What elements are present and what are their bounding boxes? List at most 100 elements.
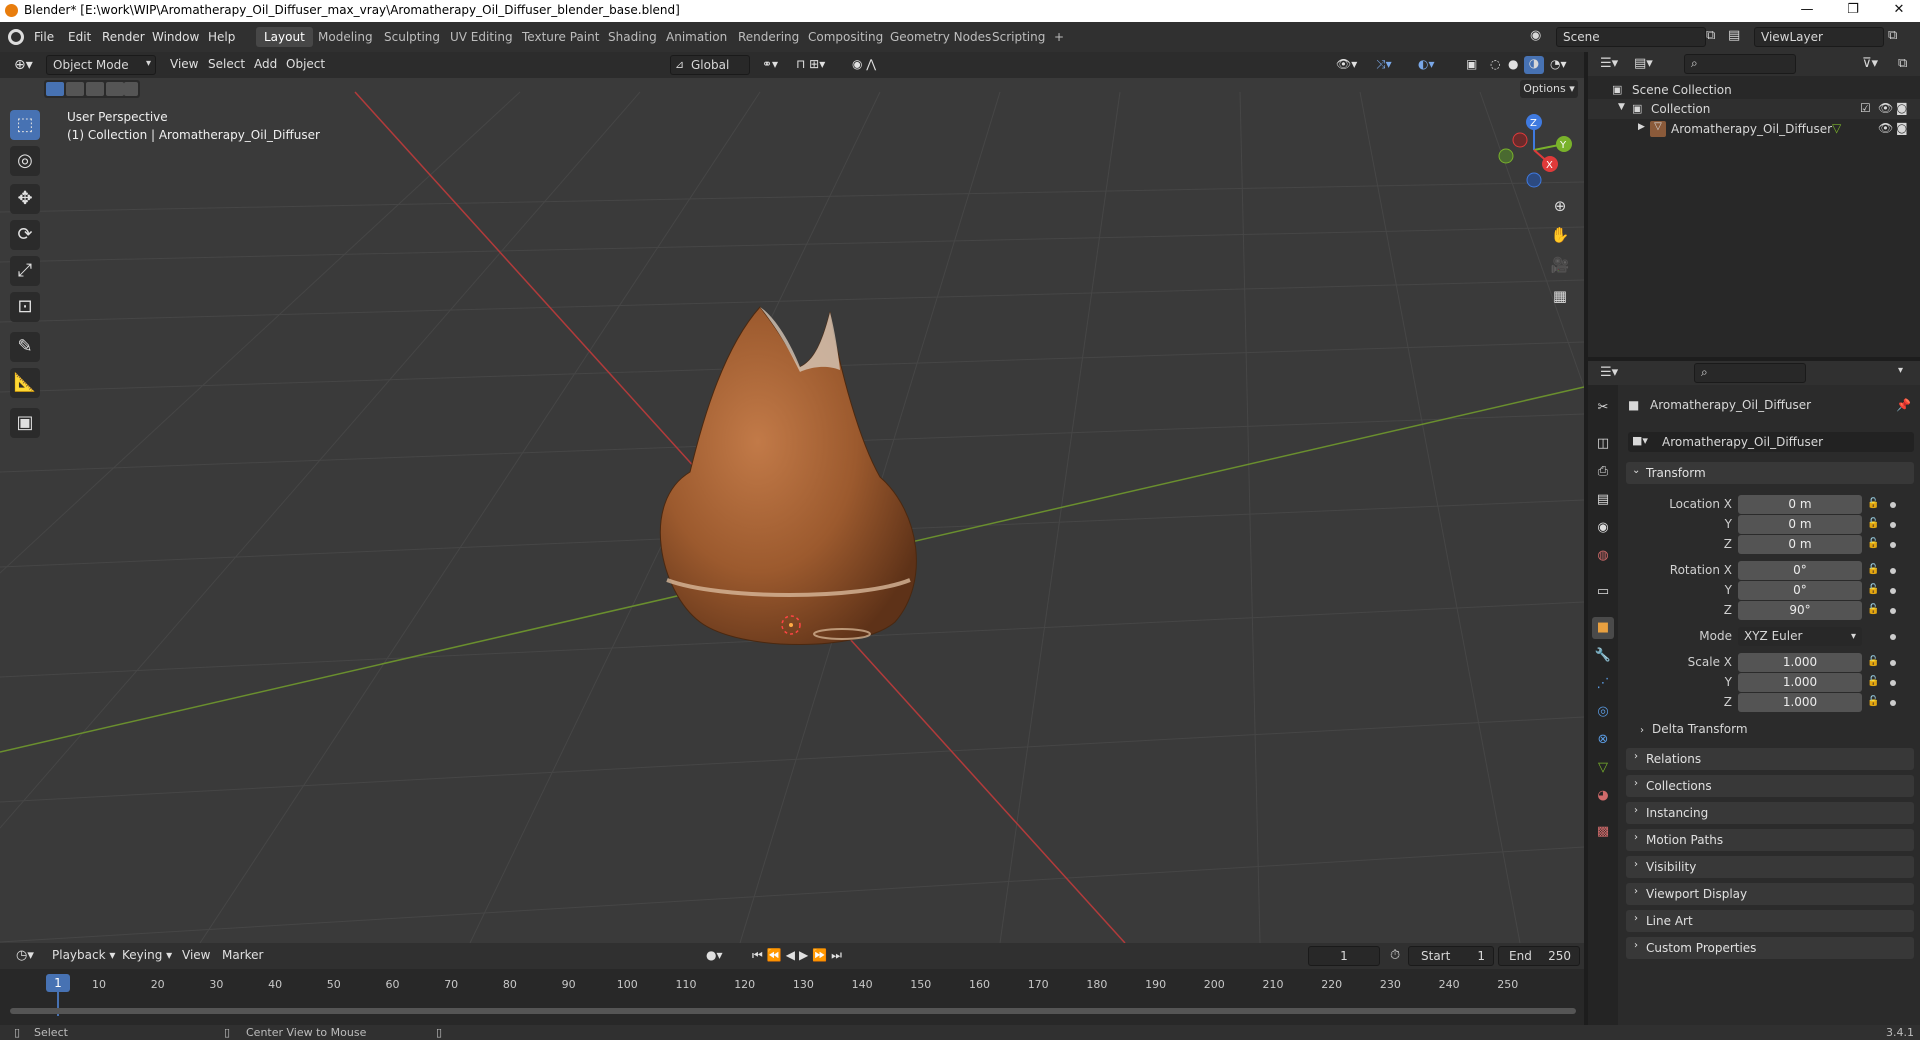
add-workspace-button[interactable]: + (1046, 27, 1072, 47)
close-button[interactable]: ✕ (1889, 2, 1909, 17)
viewport-menu-object[interactable]: Object (280, 55, 331, 75)
scale-x-field[interactable]: 1.000 (1738, 653, 1862, 672)
section-viewport-display[interactable]: › Viewport Display (1626, 883, 1914, 905)
viewport-menu-add[interactable]: Add (248, 55, 283, 75)
pin-icon[interactable]: 📌 (1896, 398, 1911, 412)
lock-icon[interactable]: 🔓 (1867, 604, 1879, 616)
camera-view-icon[interactable]: 🎥 (1547, 252, 1573, 278)
record-icon[interactable]: ●▾ (700, 946, 729, 966)
world-tab-icon[interactable]: ◍ (1592, 545, 1614, 567)
filter-icon[interactable]: ⊽▾ (1862, 56, 1878, 71)
tab-rendering[interactable]: Rendering (730, 27, 807, 47)
options-button[interactable]: Options ▾ (1520, 80, 1578, 98)
menu-render[interactable]: Render (102, 30, 145, 44)
physics-tab-icon[interactable]: ◎ (1592, 701, 1614, 723)
rotation-x-field[interactable]: 0° (1738, 561, 1862, 580)
timeline-menu-view[interactable]: View (176, 946, 216, 966)
tab-texture-paint[interactable]: Texture Paint (514, 27, 607, 47)
visibility-icon[interactable]: 👁▾ (1330, 55, 1363, 75)
menu-window[interactable]: Window (152, 30, 199, 44)
transform-tool[interactable]: ⊡ (10, 292, 40, 322)
select-new-icon[interactable] (46, 82, 64, 96)
measure-tool[interactable]: 📐 (10, 368, 40, 398)
overlays-toggle-icon[interactable]: ◐▾ (1412, 55, 1441, 75)
keyframe-dot-icon[interactable] (1890, 588, 1896, 594)
lock-icon[interactable]: 🔓 (1867, 656, 1879, 668)
tool-tab-icon[interactable]: ✂ (1592, 397, 1614, 419)
properties-search-input[interactable]: ⌕ (1694, 363, 1806, 383)
new-scene-icon[interactable]: ⧉ (1706, 28, 1715, 43)
tab-compositing[interactable]: Compositing (800, 27, 891, 47)
new-collection-icon[interactable]: ⧉ (1898, 56, 1907, 71)
tab-layout[interactable]: Layout (256, 27, 313, 47)
lock-icon[interactable]: 🔓 (1867, 564, 1879, 576)
editor-type-icon[interactable]: ⊕▾ (8, 55, 39, 75)
properties-editor-icon[interactable]: ☰▾ (1600, 365, 1618, 380)
end-frame-field[interactable]: End 250 (1498, 946, 1580, 966)
scale-z-field[interactable]: 1.000 (1738, 693, 1862, 712)
tab-scripting[interactable]: Scripting (984, 27, 1053, 47)
outliner-row-object[interactable]: ▶ ▽ Aromatherapy_Oil_Diffuser ▽ 👁 ◙ (1588, 119, 1920, 139)
timeline-menu-marker[interactable]: Marker (216, 946, 269, 966)
scale-tool[interactable]: ⤢ (10, 256, 40, 286)
tab-animation[interactable]: Animation (658, 27, 735, 47)
keyframe-dot-icon[interactable] (1890, 700, 1896, 706)
section-motion-paths[interactable]: › Motion Paths (1626, 829, 1914, 851)
navigation-gizmo[interactable]: Z Y X (1494, 110, 1574, 190)
keyframe-dot-icon[interactable] (1890, 502, 1896, 508)
timeline-editor-icon[interactable]: ◷▾ (10, 946, 40, 966)
view-layer-selector[interactable]: ViewLayer (1754, 27, 1884, 47)
keyframe-dot-icon[interactable] (1890, 542, 1896, 548)
gizmo-toggle-icon[interactable]: ⤨▾ (1370, 55, 1398, 75)
camera-icon[interactable]: ◙ (1896, 121, 1908, 135)
timeline-menu-playback[interactable]: Playback ▾ (46, 946, 121, 966)
location-y-field[interactable]: 0 m (1738, 515, 1862, 534)
delta-transform-section[interactable]: › Delta Transform (1640, 722, 1914, 742)
zoom-icon[interactable]: ⊕ (1547, 193, 1573, 219)
scale-y-field[interactable]: 1.000 (1738, 673, 1862, 692)
tab-modeling[interactable]: Modeling (310, 27, 381, 47)
orientation-selector[interactable]: ⊿ Global (670, 55, 750, 75)
current-frame-field[interactable]: 1 (1308, 946, 1380, 966)
menu-file[interactable]: File (34, 30, 54, 44)
timeline-menu-keying[interactable]: Keying ▾ (116, 946, 178, 966)
playhead-frame-indicator[interactable]: 1 (46, 974, 70, 992)
outliner-row-scene-collection[interactable]: ▣ Scene Collection (1588, 80, 1920, 100)
3d-viewport[interactable] (0, 52, 1584, 943)
texture-tab-icon[interactable]: ▩ (1592, 821, 1614, 843)
perspective-toggle-icon[interactable]: ▦ (1547, 283, 1573, 309)
outliner-row-collection[interactable]: ▼ ▣ Collection ☑ 👁 ◙ (1588, 99, 1920, 119)
keyframe-dot-icon[interactable] (1890, 660, 1896, 666)
rendered-shading-icon[interactable]: ◔▾ (1544, 55, 1573, 75)
location-z-field[interactable]: 0 m (1738, 535, 1862, 554)
transform-section-header[interactable]: ⌄ Transform (1626, 462, 1914, 484)
cursor-tool[interactable]: ◎ (10, 146, 40, 176)
rotation-y-field[interactable]: 0° (1738, 581, 1862, 600)
particles-tab-icon[interactable]: ⋰ (1592, 673, 1614, 695)
chevron-down-icon[interactable]: ▾ (1898, 365, 1903, 376)
section-instancing[interactable]: › Instancing (1626, 802, 1914, 824)
menu-help[interactable]: Help (208, 30, 235, 44)
outliner-editor-icon[interactable]: ☰▾ (1600, 56, 1618, 71)
tab-geometry-nodes[interactable]: Geometry Nodes (882, 27, 999, 47)
tab-uv-editing[interactable]: UV Editing (442, 27, 521, 47)
constraints-tab-icon[interactable]: ⊗ (1592, 729, 1614, 751)
snap-icon[interactable]: ⊓ ⊞▾ (790, 55, 831, 75)
lock-icon[interactable]: 🔓 (1867, 696, 1879, 708)
expand-arrow-icon[interactable]: ▶ (1638, 122, 1645, 132)
keyframe-dot-icon[interactable] (1890, 634, 1896, 640)
collection-tab-icon[interactable]: ▭ (1592, 581, 1614, 603)
restore-button[interactable]: ❐ (1843, 2, 1863, 17)
object-tab-icon[interactable]: ■ (1592, 617, 1614, 639)
eye-icon[interactable]: 👁 (1878, 101, 1893, 115)
select-extend-icon[interactable] (66, 82, 84, 96)
clock-icon[interactable]: ⏱ (1390, 948, 1400, 963)
checkbox-icon[interactable]: ☑ (1860, 101, 1871, 115)
section-line-art[interactable]: › Line Art (1626, 910, 1914, 932)
eye-icon[interactable]: 👁 (1878, 121, 1893, 135)
start-frame-field[interactable]: Start 1 (1408, 946, 1494, 966)
menu-edit[interactable]: Edit (68, 30, 91, 44)
select-subtract-icon[interactable] (86, 82, 104, 96)
data-tab-icon[interactable]: ▽ (1592, 757, 1614, 779)
move-tool[interactable]: ✥ (10, 184, 40, 214)
